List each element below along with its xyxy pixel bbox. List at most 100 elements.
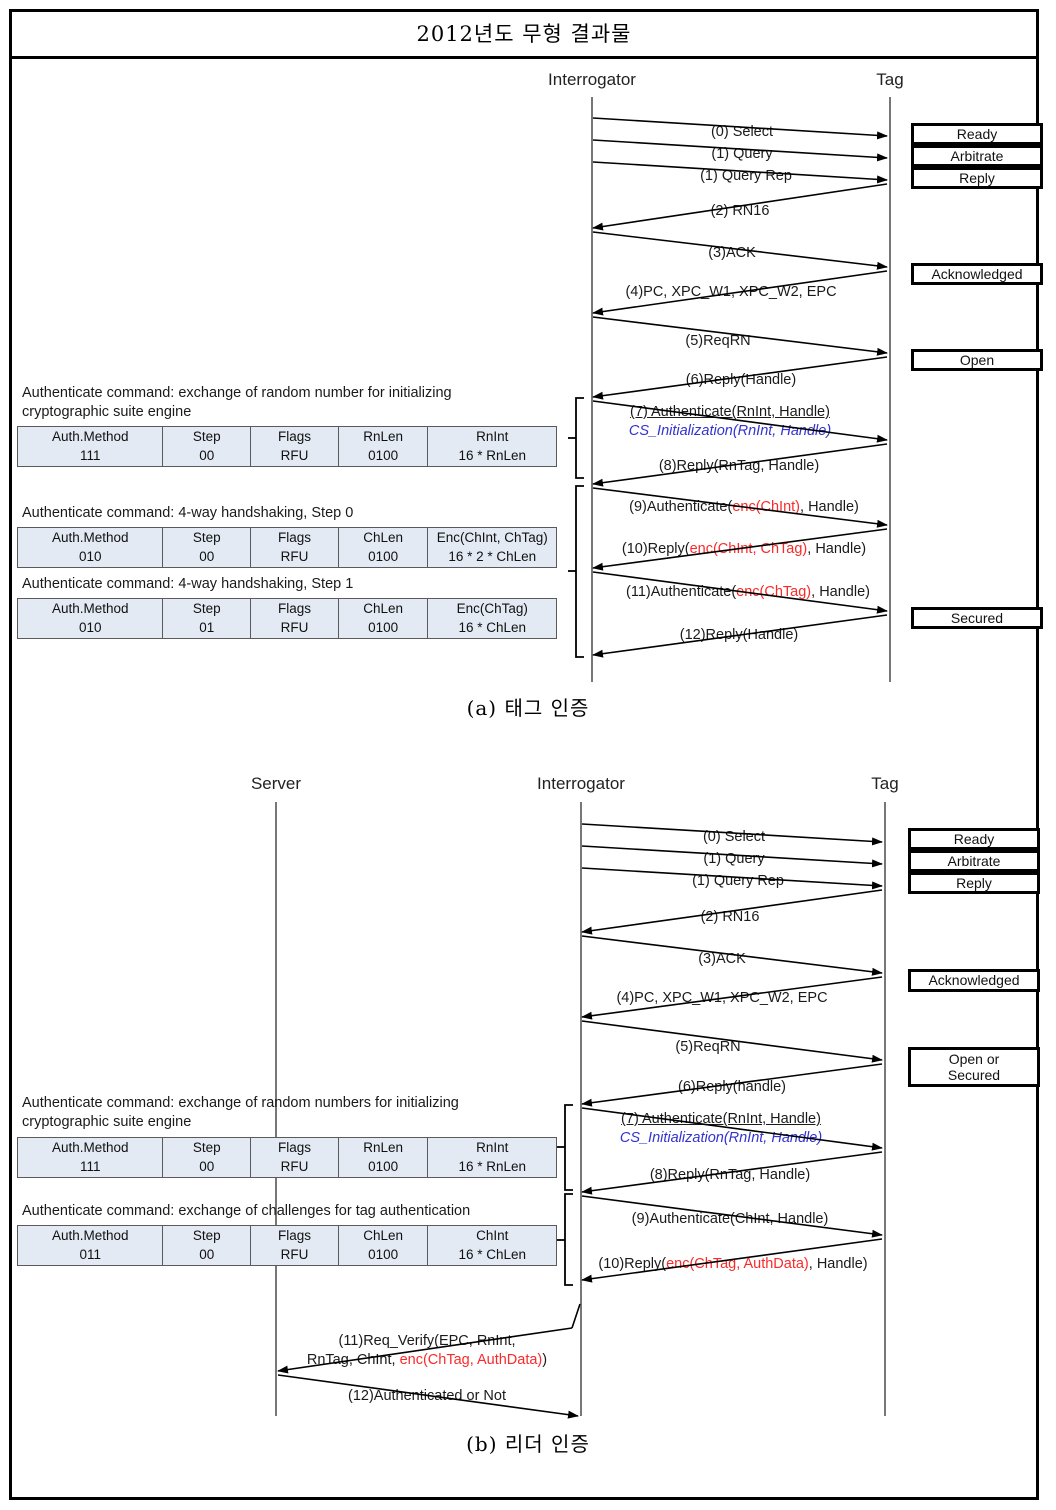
actor-label-server-b: Server (250, 774, 302, 793)
table-caption-a-2: Authenticate command: 4-way handshaking,… (22, 576, 354, 592)
message-label-3-a: (3)ACK (706, 245, 758, 262)
packet-cell: Auth.Method 011 (18, 1226, 164, 1265)
lifeline-tag-a (889, 97, 891, 682)
msg-highlight: enc(ChTag) (736, 584, 812, 600)
packet-cell: Enc(ChTag) 16 * ChLen (428, 599, 556, 638)
packet-cell: Step 01 (163, 599, 252, 638)
actor-label-tag-b: Tag (871, 774, 899, 793)
state-label-line1: Open or (948, 1050, 1000, 1067)
message-label-0-b: (0) Select (700, 829, 768, 846)
packet-cell: Flags RFU (251, 528, 339, 567)
state-label: Reply (956, 874, 992, 891)
figure-caption-a: (a) 태그 인증 (466, 696, 590, 720)
message-label-0-a: (0) Select (708, 124, 776, 141)
message-label-5-a: (5)ReqRN (683, 333, 753, 350)
state-label: Arbitrate (947, 852, 1001, 869)
packet-cell: Flags RFU (251, 599, 339, 638)
message-label-7-b: (7) Authenticate(RnInt, Handle) (619, 1111, 823, 1128)
state-label: Arbitrate (950, 147, 1004, 164)
packet-table-b-0: Auth.Method 111 Step 00 Flags RFU RnLen 0100… (17, 1137, 557, 1178)
message-label-8-b: (8)Reply(RnTag, Handle) (647, 1167, 813, 1184)
packet-cell: Auth.Method 111 (18, 1138, 164, 1177)
state-label: Reply (959, 169, 995, 186)
state-box-reply-b: Reply (908, 872, 1040, 894)
state-label: Open (959, 351, 995, 368)
message-label-12-a: (12)Reply(Handle) (677, 627, 801, 644)
table-caption-b-1: Authenticate command: exchange of challe… (22, 1203, 471, 1219)
packet-table-a-2: Auth.Method 010 Step 01 Flags RFU ChLen 0100… (17, 598, 557, 639)
message-label-9-a: (9)Authenticate(enc(ChInt), Handle) (627, 499, 861, 516)
state-label-line2: Secured (947, 1067, 1001, 1083)
actor-label-interrogator-b: Interrogator (537, 774, 625, 793)
state-box-arbitrate-a: Arbitrate (911, 145, 1043, 167)
table-caption-a-0: Authenticate command: exchange of random… (22, 385, 452, 420)
packet-cell: Step 00 (163, 427, 252, 466)
packet-cell: Enc(ChInt, ChTag) 16 * 2 * ChLen (428, 528, 556, 567)
msg-prefix: (10)Reply( (621, 541, 690, 557)
message-label-1b-b: (1) Query Rep (690, 873, 786, 890)
state-label: Acknowledged (931, 265, 1023, 282)
message-label-7b-a: CS_Initialization(RnInt, Handle) (626, 423, 834, 440)
packet-cell: ChLen 0100 (338, 1226, 429, 1265)
page-title: 2012년도 무형 결과물 (416, 21, 632, 46)
message-label-6-a: (6)Reply(Handle) (683, 372, 799, 389)
msg-highlight: enc(ChTag, AuthData) (399, 1352, 543, 1368)
lifeline-interrogator-a (591, 97, 593, 682)
packet-cell: RnInt 16 * RnLen (428, 1138, 556, 1177)
message-label-8-a: (8)Reply(RnTag, Handle) (656, 458, 822, 475)
message-label-11a-b: (11)Req_Verify(EPC, RnInt, (336, 1333, 518, 1350)
table-caption-a-1: Authenticate command: 4-way handshaking,… (22, 505, 354, 521)
packet-cell: RnLen 0100 (338, 427, 429, 466)
msg-suffix: ) (542, 1352, 548, 1368)
packet-cell: Auth.Method 010 (18, 599, 164, 638)
packet-cell: ChInt 16 * ChLen (428, 1226, 556, 1265)
state-label: Secured (950, 609, 1004, 626)
state-box-arbitrate-b: Arbitrate (908, 850, 1040, 872)
message-label-5-b: (5)ReqRN (673, 1039, 743, 1056)
state-box-open-or-secured-b: Open or Secured (908, 1047, 1040, 1087)
table-caption-b-0: Authenticate command: exchange of random… (22, 1095, 459, 1130)
message-label-11b-b: RnTag, ChInt, enc(ChTag, AuthData)) (304, 1352, 550, 1369)
packet-cell: ChLen 0100 (338, 599, 429, 638)
state-box-ready-a: Ready (911, 123, 1043, 145)
msg-highlight: enc(ChInt) (732, 499, 801, 515)
figure-caption-b: (b) 리더 인증 (466, 1432, 590, 1456)
message-label-10-a: (10)Reply(enc(ChInt, ChTag), Handle) (619, 541, 869, 558)
message-label-1a-b: (1) Query (701, 851, 767, 868)
message-label-4-b: (4)PC, XPC_W1, XPC_W2, EPC (614, 990, 830, 1007)
packet-table-a-0: Auth.Method 111 Step 00 Flags RFU RnLen 0100… (17, 426, 557, 467)
message-label-3-b: (3)ACK (696, 951, 748, 968)
msg-suffix: , Handle) (807, 541, 867, 557)
msg-prefix: (10)Reply( (598, 1256, 667, 1272)
state-box-open-a: Open (911, 349, 1043, 371)
lifeline-tag-b (884, 802, 886, 1416)
message-label-4-a: (4)PC, XPC_W1, XPC_W2, EPC (623, 284, 839, 301)
packet-table-a-1: Auth.Method 010 Step 00 Flags RFU ChLen 0100… (17, 527, 557, 568)
msg-suffix: , Handle) (800, 499, 859, 515)
msg-prefix: RnTag, ChInt, (306, 1352, 400, 1368)
figure-page: 2012년도 무형 결과물 Interrogator Tag Ready Arb… (0, 0, 1056, 1510)
actor-label-tag-a: Tag (876, 70, 904, 89)
message-label-9-b: (9)Authenticate(ChInt, Handle) (629, 1211, 831, 1228)
state-box-secured-a: Secured (911, 607, 1043, 629)
packet-cell: Flags RFU (251, 1226, 339, 1265)
message-label-2-b: (2) RN16 (698, 909, 762, 926)
message-label-2-a: (2) RN16 (708, 203, 772, 220)
msg-prefix: (9)Authenticate( (629, 499, 733, 515)
packet-cell: Step 00 (163, 1226, 252, 1265)
message-label-7-a: (7) Authenticate(RnInt, Handle) (628, 404, 832, 421)
packet-cell: Auth.Method 010 (18, 528, 164, 567)
packet-table-b-1: Auth.Method 011 Step 00 Flags RFU ChLen 0100… (17, 1225, 557, 1266)
message-label-10-b: (10)Reply(enc(ChTag, AuthData), Handle) (596, 1256, 870, 1273)
lifeline-interrogator-b (580, 802, 582, 1416)
message-label-1a-a: (1) Query (709, 146, 775, 163)
packet-cell: Auth.Method 111 (18, 427, 164, 466)
state-box-acknowledged-a: Acknowledged (911, 263, 1043, 285)
message-label-11-a: (11)Authenticate(enc(ChTag), Handle) (624, 584, 872, 601)
title-bar: 2012년도 무형 결과물 (9, 9, 1039, 59)
msg-prefix: (11)Authenticate( (626, 584, 737, 600)
state-label: Ready (953, 830, 995, 847)
state-label: Acknowledged (928, 972, 1020, 989)
msg-highlight: enc(ChTag, AuthData) (666, 1256, 809, 1272)
msg-suffix: , Handle) (808, 1256, 868, 1272)
